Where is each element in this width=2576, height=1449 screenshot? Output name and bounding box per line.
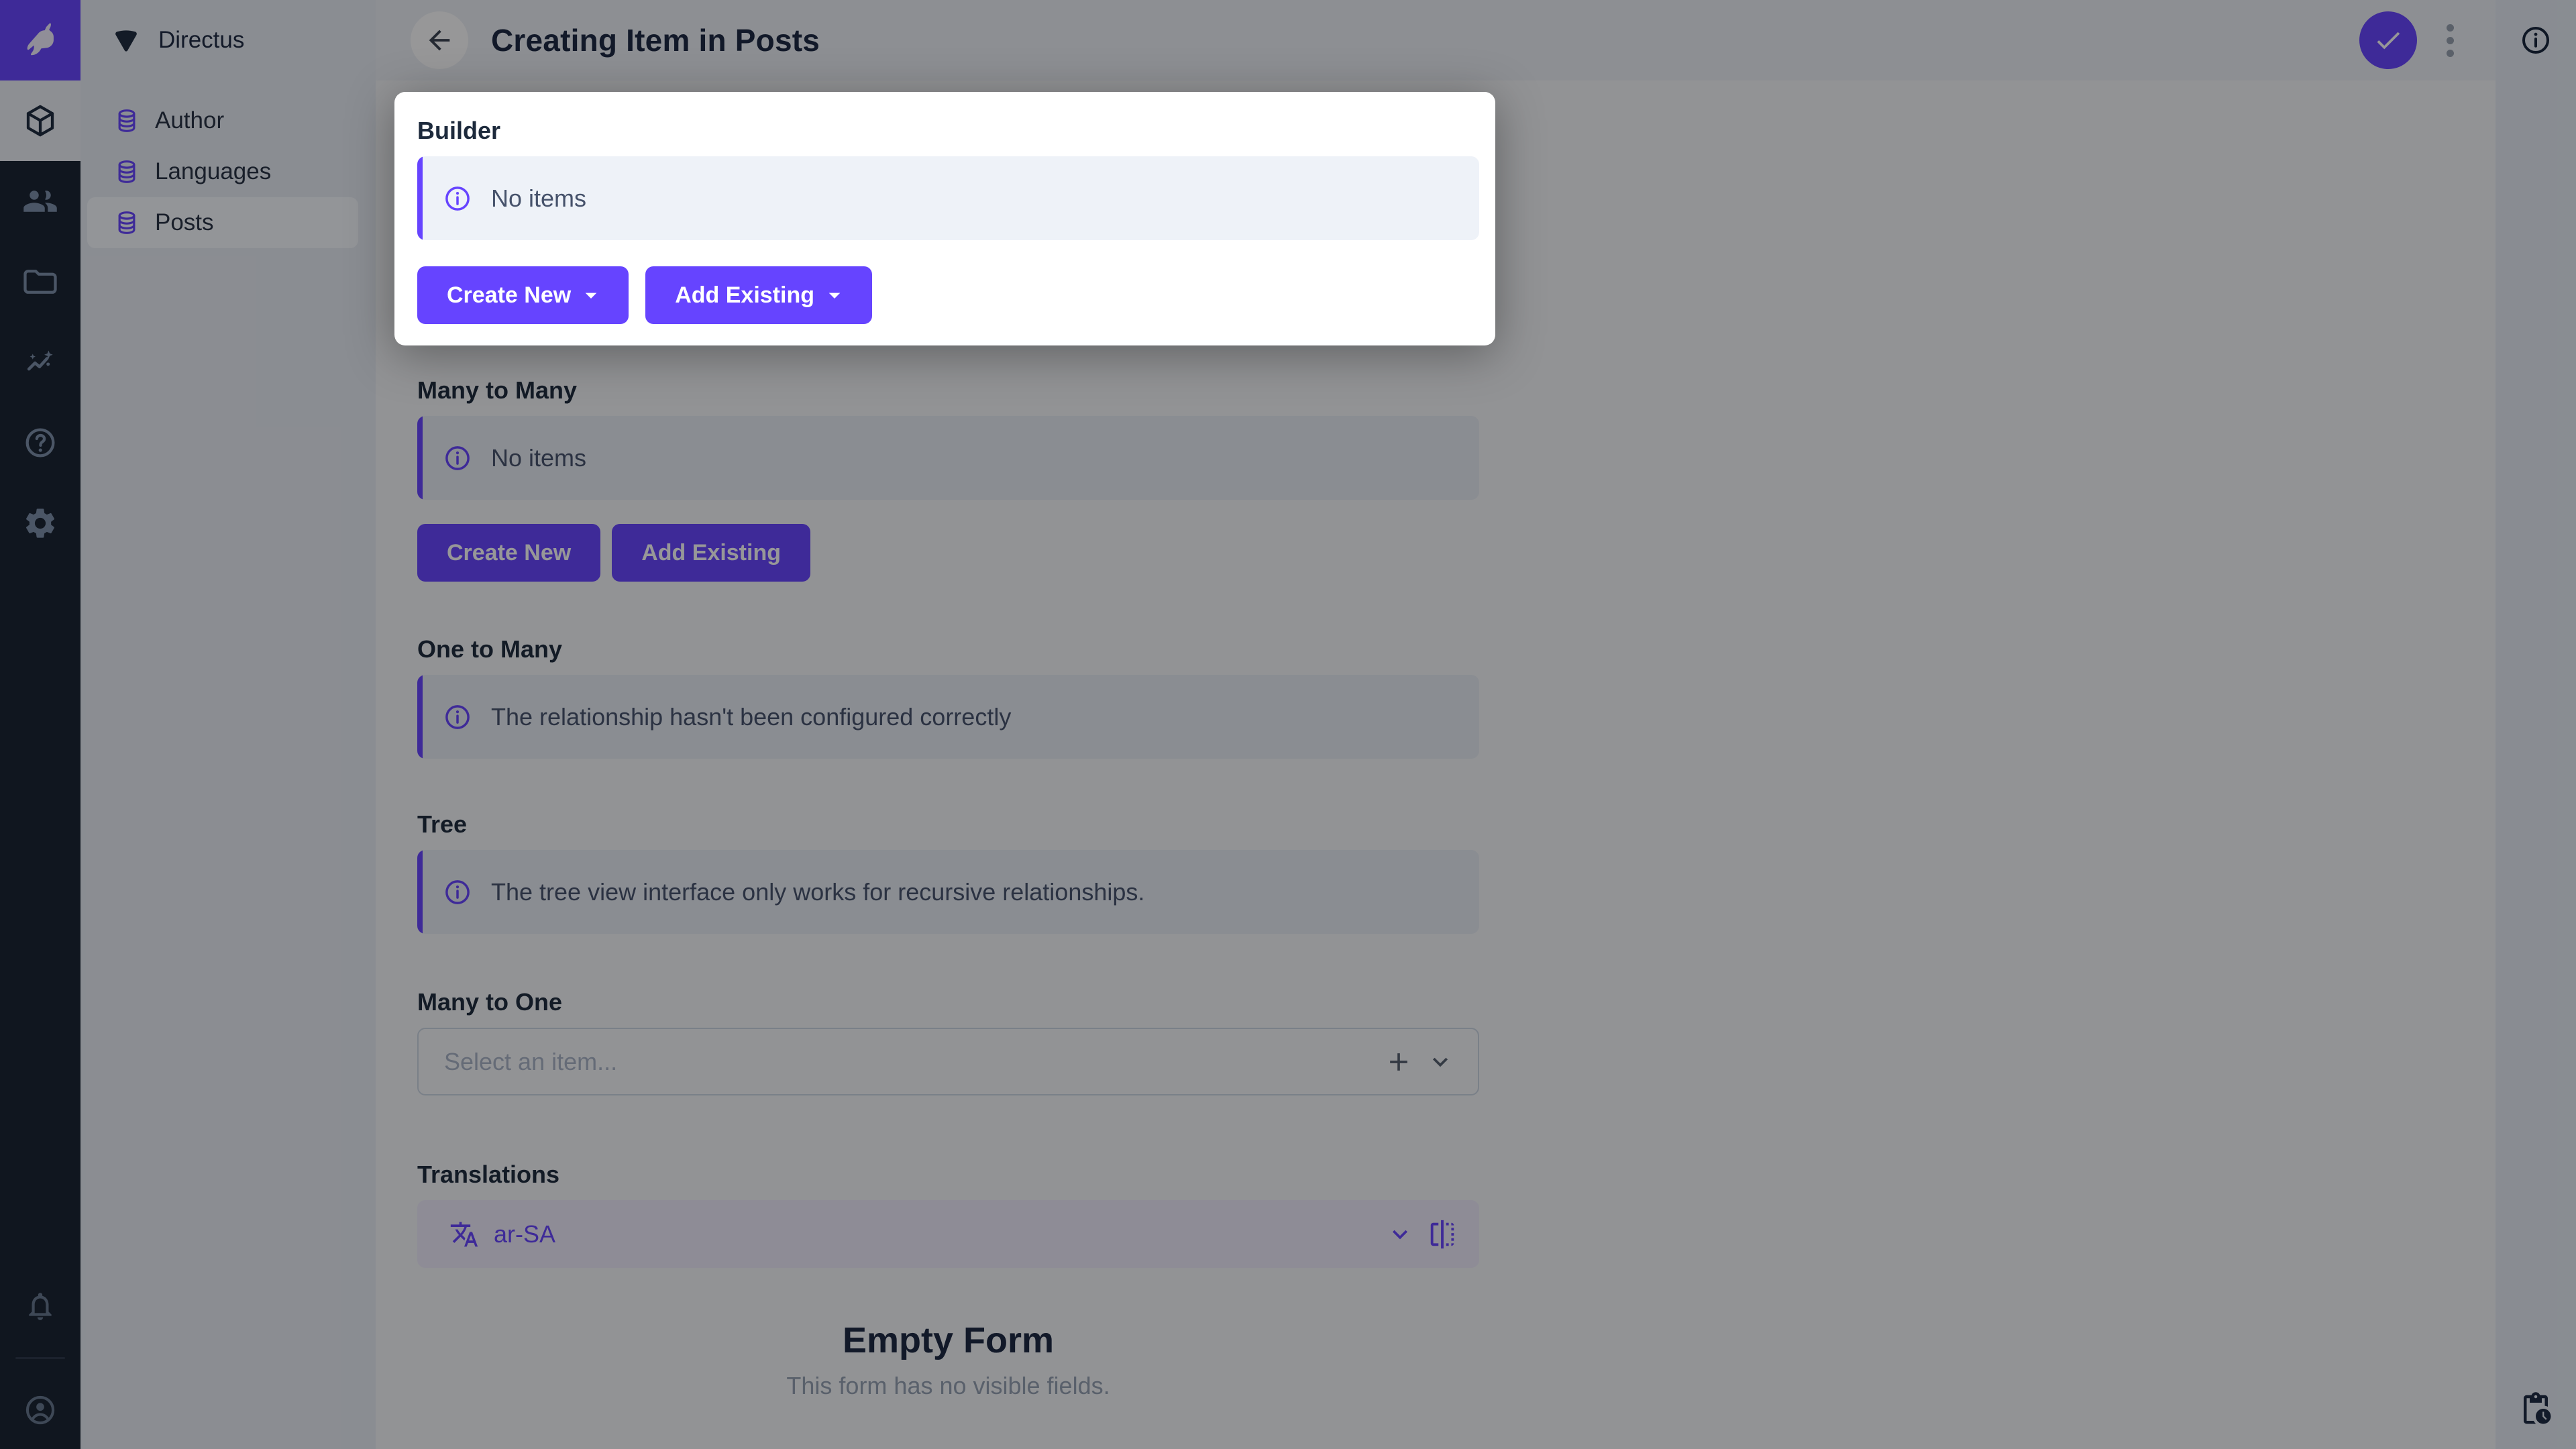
- add-existing-button[interactable]: Add Existing: [645, 266, 872, 324]
- button-label: Create New: [447, 282, 571, 309]
- app-screen: Directus Author: [0, 0, 2576, 1449]
- field-builder: Builder No items Create New: [417, 116, 1479, 324]
- dropdown-arrow-icon: [821, 282, 848, 309]
- builder-card: Builder No items Create New: [394, 92, 1495, 345]
- notice-text: No items: [491, 184, 586, 213]
- notice-no-items: No items: [417, 156, 1479, 240]
- builder-button-row: Create New Add Existing: [417, 266, 1479, 324]
- info-circle-icon: [443, 184, 472, 213]
- field-label: Builder: [417, 116, 1479, 146]
- button-label: Add Existing: [675, 282, 814, 309]
- dropdown-arrow-icon: [578, 282, 604, 309]
- create-new-button[interactable]: Create New: [417, 266, 629, 324]
